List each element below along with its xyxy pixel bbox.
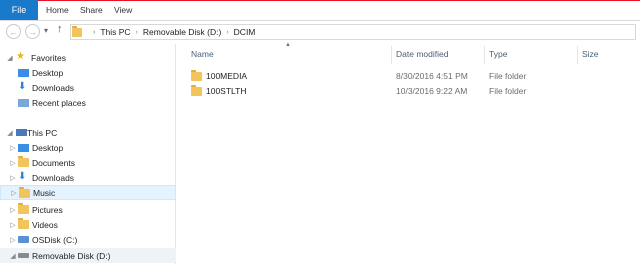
tab-share[interactable]: Share <box>80 0 103 20</box>
sidebar-item-label: Pictures <box>32 204 63 215</box>
breadcrumb: › This PC › Removable Disk (D:) › DCIM <box>72 25 255 39</box>
navigation-pane: ◢ ★ Favorites Desktop ⬇ Downloads Recent… <box>0 44 176 264</box>
table-row[interactable]: 100STLTH 10/3/2016 9:22 AM File folder <box>177 84 640 99</box>
expand-arrow-icon[interactable]: ▷ <box>9 221 17 229</box>
expand-arrow-icon[interactable]: ▷ <box>9 144 17 152</box>
sidebar-item-label: Downloads <box>32 172 75 183</box>
sidebar-item-label: Removable Disk (D:) <box>32 250 111 261</box>
file-list: ▲ Name Date modified Type Size 100MEDIA … <box>177 42 640 264</box>
os-disk-icon <box>18 236 29 243</box>
documents-icon <box>18 156 29 167</box>
favorites-label: Favorites <box>31 52 66 63</box>
breadcrumb-separator: › <box>93 28 96 36</box>
forward-button[interactable]: → <box>25 24 40 39</box>
sort-ascending-icon: ▲ <box>285 42 291 48</box>
sidebar-item-desktop[interactable]: ▷ Desktop <box>0 140 176 155</box>
expand-arrow-icon[interactable]: ▷ <box>9 206 17 214</box>
collapse-arrow-icon[interactable]: ◢ <box>6 54 14 62</box>
column-divider[interactable] <box>484 46 485 64</box>
tab-view[interactable]: View <box>114 0 132 20</box>
expand-arrow-icon[interactable]: ▷ <box>9 174 17 182</box>
desktop-icon <box>18 144 29 152</box>
favorites-item-recent-places[interactable]: Recent places <box>0 95 176 110</box>
file-name: 100STLTH <box>206 86 247 96</box>
sidebar-item-label: Desktop <box>32 67 64 78</box>
table-row[interactable]: 100MEDIA 8/30/2016 4:51 PM File folder <box>177 69 640 84</box>
navigation-bar: ← → ▾ ↑ › This PC › Removable Disk (D:) … <box>0 21 640 43</box>
recent-locations-button[interactable]: ▾ <box>44 26 48 35</box>
sidebar-item-downloads[interactable]: ▷ ⬇ Downloads <box>0 170 176 185</box>
this-pc-header[interactable]: ◢ This PC <box>0 125 176 140</box>
folder-icon <box>191 85 202 96</box>
sidebar-item-pictures[interactable]: ▷ Pictures <box>0 202 176 217</box>
column-header-date-modified[interactable]: Date modified <box>396 49 448 59</box>
downloads-icon: ⬇ <box>18 81 27 92</box>
up-button[interactable]: ↑ <box>57 23 63 35</box>
expand-arrow-icon[interactable]: ◢ <box>9 252 17 260</box>
sidebar-item-label: Recent places <box>32 97 86 108</box>
expand-arrow-icon[interactable]: ▷ <box>9 236 17 244</box>
sidebar-item-videos[interactable]: ▷ Videos <box>0 217 176 232</box>
column-header-type[interactable]: Type <box>489 49 507 59</box>
column-header-size[interactable]: Size <box>582 49 599 59</box>
removable-disk-icon <box>18 253 29 258</box>
folder-icon <box>191 70 202 81</box>
music-icon <box>19 187 30 198</box>
file-date-modified: 10/3/2016 9:22 AM <box>396 86 468 96</box>
expand-arrow-icon[interactable]: ▷ <box>10 189 18 197</box>
recent-places-icon <box>18 99 29 107</box>
sidebar-item-music[interactable]: ▷ Music <box>0 185 176 200</box>
sidebar-item-label: Videos <box>32 219 58 230</box>
desktop-icon <box>18 69 29 77</box>
column-header-name[interactable]: Name <box>191 49 214 59</box>
file-type: File folder <box>489 86 527 96</box>
sidebar-item-label: OSDisk (C:) <box>32 234 78 245</box>
collapse-arrow-icon[interactable]: ◢ <box>6 129 14 137</box>
folder-icon <box>72 25 82 37</box>
sidebar-item-os-disk[interactable]: ▷ OSDisk (C:) <box>0 232 176 247</box>
sidebar-item-label: Documents <box>32 157 75 168</box>
sidebar-item-label: Music <box>33 187 56 198</box>
column-divider[interactable] <box>577 46 578 64</box>
breadcrumb-this-pc[interactable]: This PC <box>100 27 130 37</box>
favorites-item-desktop[interactable]: Desktop <box>0 65 176 80</box>
expand-arrow-icon[interactable]: ▷ <box>9 159 17 167</box>
favorites-header[interactable]: ◢ ★ Favorites <box>0 50 176 65</box>
file-name: 100MEDIA <box>206 71 248 81</box>
back-button[interactable]: ← <box>6 24 21 39</box>
breadcrumb-separator: › <box>135 28 138 36</box>
breadcrumb-removable-disk[interactable]: Removable Disk (D:) <box>143 27 221 37</box>
file-date-modified: 8/30/2016 4:51 PM <box>396 71 468 81</box>
ribbon: File Home Share View <box>0 0 640 21</box>
sidebar-item-label: Downloads <box>32 82 75 93</box>
star-icon: ★ <box>16 51 25 62</box>
file-type: File folder <box>489 71 527 81</box>
column-divider[interactable] <box>391 46 392 64</box>
sidebar-item-label: Desktop <box>32 142 64 153</box>
breadcrumb-separator: › <box>226 28 229 36</box>
tab-file[interactable]: File <box>0 0 38 20</box>
tab-home[interactable]: Home <box>46 0 69 20</box>
sidebar-item-documents[interactable]: ▷ Documents <box>0 155 176 170</box>
this-pc-label: This PC <box>27 127 58 138</box>
sidebar-item-removable-disk[interactable]: ◢ Removable Disk (D:) <box>0 248 176 263</box>
breadcrumb-dcim[interactable]: DCIM <box>234 27 256 37</box>
computer-icon <box>16 129 27 136</box>
pictures-icon <box>18 203 29 214</box>
videos-icon <box>18 218 29 229</box>
downloads-icon: ⬇ <box>18 171 27 182</box>
favorites-item-downloads[interactable]: ⬇ Downloads <box>0 80 176 95</box>
